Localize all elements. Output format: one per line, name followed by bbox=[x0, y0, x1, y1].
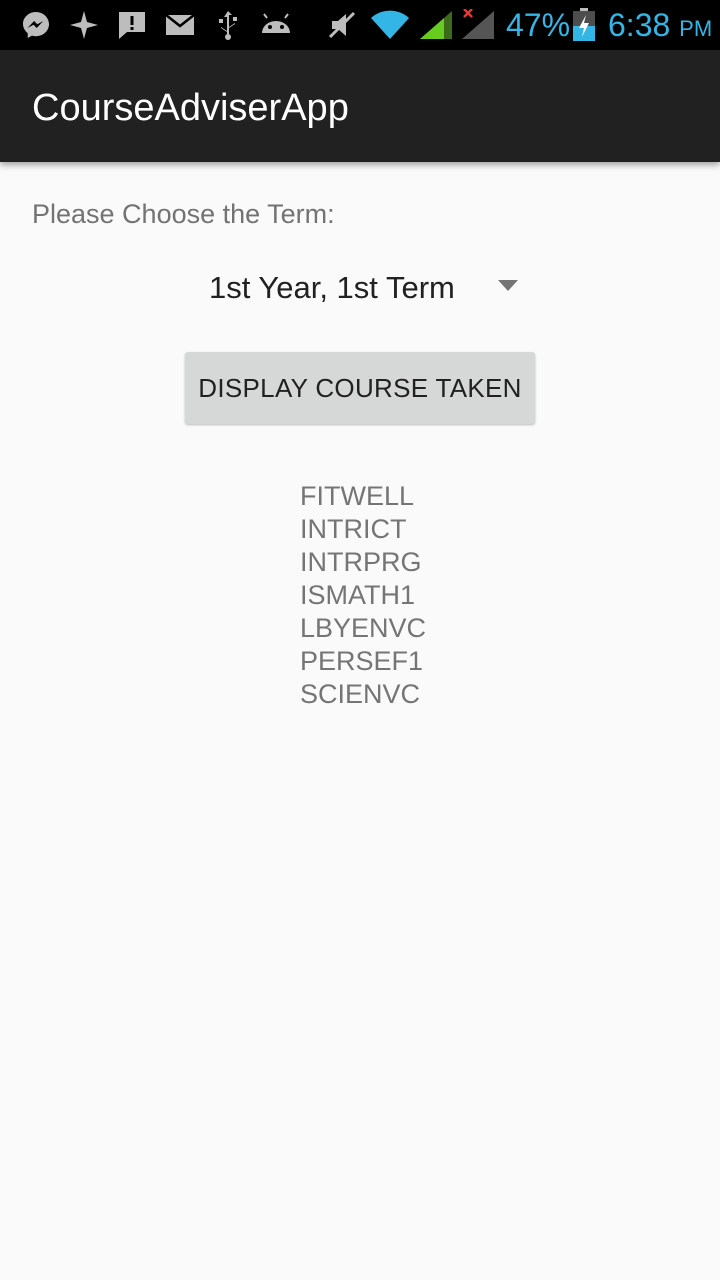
course-item: FITWELL bbox=[300, 481, 415, 511]
mute-icon bbox=[326, 9, 358, 46]
term-prompt-label: Please Choose the Term: bbox=[32, 199, 335, 229]
status-bar: 47% 6:38 PM bbox=[0, 0, 720, 50]
android-icon bbox=[258, 9, 294, 46]
course-item: SCIENVC bbox=[300, 679, 421, 709]
display-course-taken-button[interactable]: DISPLAY COURSE TAKEN bbox=[185, 352, 535, 424]
course-item: ISMATH1 bbox=[300, 580, 416, 610]
course-item: PERSEF1 bbox=[300, 646, 424, 676]
term-spinner-value: 1st Year, 1st Term bbox=[209, 270, 455, 305]
clock-ampm: PM bbox=[679, 16, 713, 41]
course-item: INTRPRG bbox=[300, 547, 422, 577]
clock-time: 6:38 bbox=[608, 7, 671, 43]
course-list: FITWELL INTRICT INTRPRG ISMATH1 LBYENVC … bbox=[300, 480, 426, 711]
messenger-icon bbox=[20, 9, 52, 46]
dropdown-arrow-icon bbox=[498, 280, 518, 291]
alert-icon bbox=[116, 9, 148, 46]
wifi-icon bbox=[370, 9, 410, 46]
course-item: LBYENVC bbox=[300, 613, 427, 643]
battery-percent: 47% bbox=[506, 7, 571, 43]
sparkle-icon bbox=[68, 9, 100, 46]
signal-icon bbox=[418, 9, 454, 46]
term-spinner[interactable]: 1st Year, 1st Term bbox=[190, 258, 530, 318]
course-item: INTRICT bbox=[300, 514, 407, 544]
battery-charging-icon bbox=[572, 8, 596, 47]
app-bar: CourseAdviserApp bbox=[0, 50, 720, 162]
app-title: CourseAdviserApp bbox=[32, 87, 349, 129]
signal-no-service-icon bbox=[460, 8, 496, 46]
mail-icon bbox=[164, 9, 196, 46]
clock: 6:38 PM bbox=[608, 6, 712, 48]
usb-icon bbox=[212, 9, 244, 46]
